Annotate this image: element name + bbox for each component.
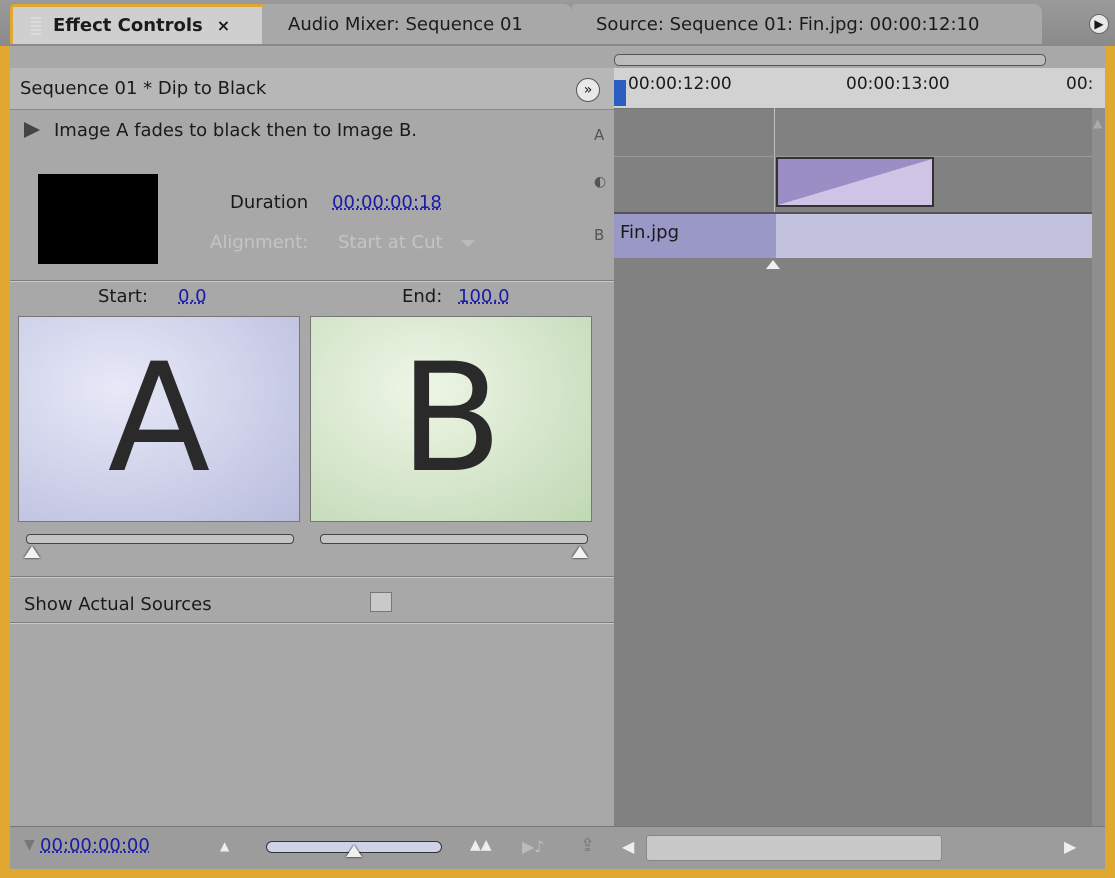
tab-audio-mixer[interactable]: Audio Mixer: Sequence 01 — [262, 4, 572, 44]
end-slider[interactable] — [320, 534, 588, 544]
zoom-in-icon[interactable]: ▲▲ — [470, 837, 492, 853]
start-value[interactable]: 0.0 — [178, 286, 207, 307]
tab-label: Source: Sequence 01: Fin.jpg: 00:00:12:1… — [596, 13, 980, 35]
bottom-bar: ▼ 00:00:00:00 ▲ ▲▲ ▶♪ ⇪ ◀ ▶ — [10, 826, 1105, 869]
start-slider[interactable] — [26, 534, 294, 544]
effect-description-row: Image A fades to black then to Image B. — [10, 110, 614, 150]
sequence-header: Sequence 01 * Dip to Black » — [10, 68, 614, 110]
zoom-scroll-bar[interactable] — [614, 54, 1046, 66]
tab-bar: Effect Controls × Audio Mixer: Sequence … — [0, 0, 1115, 46]
effect-controls-panel: Sequence 01 * Dip to Black » Image A fad… — [10, 46, 614, 868]
close-icon[interactable]: × — [217, 16, 230, 35]
panel-menu-icon[interactable]: ▶ — [1089, 14, 1109, 34]
end-slider-handle[interactable] — [572, 546, 588, 558]
grip-icon[interactable] — [31, 17, 41, 37]
preview-b: B — [310, 316, 592, 522]
ruler-row[interactable]: 00:00:12:00 00:00:13:00 00: — [614, 68, 1105, 109]
end-value[interactable]: 100.0 — [458, 286, 510, 307]
chevron-down-icon — [460, 239, 475, 247]
zoom-slider-handle[interactable] — [346, 845, 362, 857]
panel-frame: Effect Controls × Audio Mixer: Sequence … — [0, 0, 1115, 878]
end-label: End: — [402, 286, 443, 307]
horizontal-scrollbar-thumb[interactable] — [646, 835, 942, 861]
timeline-view: 00:00:12:00 00:00:13:00 00: Fin.jpg ▲ ▼ — [614, 46, 1105, 872]
sequence-title: Sequence 01 * Dip to Black — [20, 78, 267, 99]
play-icon[interactable] — [24, 122, 40, 138]
effect-description: Image A fades to black then to Image B. — [54, 119, 418, 141]
divider — [10, 576, 614, 578]
alignment-value: Start at Cut — [338, 232, 443, 253]
filter-icon[interactable]: ▼ — [24, 837, 35, 853]
export-icon[interactable]: ⇪ — [580, 835, 595, 856]
tab-effect-controls[interactable]: Effect Controls × — [10, 4, 270, 44]
transition-icon: ◐ — [594, 174, 607, 190]
alignment-label: Alignment: — [210, 232, 309, 253]
clip-name: Fin.jpg — [620, 222, 680, 243]
alignment-dropdown[interactable]: Start at Cut — [338, 232, 475, 253]
preview-a: A — [18, 316, 300, 522]
divider — [10, 622, 614, 624]
preview-b-letter: B — [399, 332, 503, 506]
transition-clip[interactable] — [776, 157, 934, 207]
transition-thumbnail — [38, 174, 158, 264]
preview-a-letter: A — [107, 332, 211, 506]
tab-source[interactable]: Source: Sequence 01: Fin.jpg: 00:00:12:1… — [572, 4, 1042, 44]
playhead-icon[interactable] — [614, 80, 626, 106]
timecode-label: 00:00:12:00 — [628, 74, 732, 94]
scroll-left-icon[interactable]: ◀ — [622, 837, 634, 856]
tab-label: Audio Mixer: Sequence 01 — [288, 13, 523, 35]
show-actual-sources-checkbox[interactable] — [370, 592, 392, 612]
time-ruler: 00:00:12:00 00:00:13:00 00: — [614, 46, 1105, 109]
duration-value[interactable]: 00:00:00:18 — [332, 192, 442, 213]
duration-label: Duration — [230, 192, 309, 213]
vertical-scrollbar[interactable]: ▲ ▼ — [1092, 108, 1105, 872]
play-audio-icon[interactable]: ▶♪ — [522, 837, 545, 856]
scroll-right-icon[interactable]: ▶ — [1064, 837, 1076, 856]
timecode-label: 00: — [1066, 74, 1094, 94]
cut-marker-icon — [766, 260, 780, 269]
divider — [10, 280, 614, 282]
scroll-up-icon[interactable]: ▲ — [1093, 116, 1102, 130]
start-label: Start: — [98, 286, 149, 307]
zoom-out-icon[interactable]: ▲ — [220, 839, 229, 853]
show-hide-timeline-icon[interactable]: » — [576, 78, 600, 102]
start-slider-handle[interactable] — [24, 546, 40, 558]
track-b-letter: B — [594, 226, 605, 244]
current-time[interactable]: 00:00:00:00 — [40, 835, 150, 856]
track-a-letter: A — [594, 126, 605, 144]
show-actual-sources-label: Show Actual Sources — [24, 594, 212, 615]
clip-fin-head[interactable]: Fin.jpg — [614, 212, 776, 258]
timecode-label: 00:00:13:00 — [846, 74, 950, 94]
tab-label: Effect Controls — [53, 15, 203, 36]
